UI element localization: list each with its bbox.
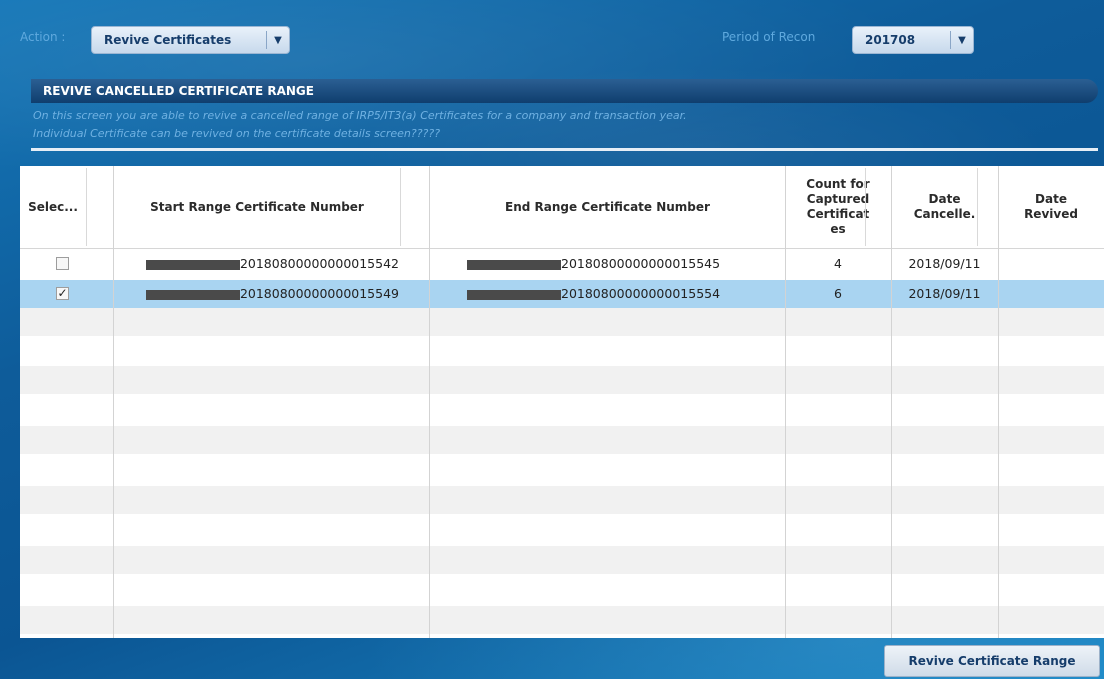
empty-row bbox=[20, 426, 1104, 454]
empty-row bbox=[20, 308, 1104, 336]
row-checkbox-checked[interactable]: ✓ bbox=[56, 287, 69, 300]
top-bar: Action : Revive Certificates ▼ Period of… bbox=[0, 24, 1104, 60]
column-line bbox=[429, 166, 430, 638]
table-row-selected[interactable]: ✓ 20180800000000015549 20180800000000015… bbox=[20, 280, 1104, 308]
date-cancelled-cell: 2018/09/11 bbox=[908, 286, 981, 301]
checkmark-icon: ✓ bbox=[57, 286, 68, 300]
start-range-value: 20180800000000015542 bbox=[239, 256, 399, 271]
start-range-value: 20180800000000015549 bbox=[239, 286, 399, 301]
start-range-cell: 20180800000000015542 bbox=[131, 250, 399, 278]
count-cell: 4 bbox=[834, 256, 842, 271]
redacted-block bbox=[467, 289, 561, 300]
empty-row bbox=[20, 606, 1104, 634]
period-dropdown[interactable]: 201708 ▼ bbox=[852, 26, 974, 54]
header-count[interactable]: Count for Captured Certificat es bbox=[785, 166, 891, 248]
header-separator bbox=[977, 168, 978, 246]
description-line-2: Individual Certificate can be revived on… bbox=[33, 127, 441, 140]
section-title: REVIVE CANCELLED CERTIFICATE RANGE bbox=[31, 79, 1098, 103]
header-revived-line: Revived bbox=[1024, 207, 1078, 221]
chevron-down-icon[interactable]: ▼ bbox=[951, 35, 973, 46]
column-line bbox=[113, 166, 114, 638]
action-dropdown[interactable]: Revive Certificates ▼ bbox=[91, 26, 290, 54]
end-range-value: 20180800000000015554 bbox=[561, 286, 721, 301]
header-count-line: Certificat bbox=[806, 207, 870, 221]
header-end-range[interactable]: End Range Certificate Number bbox=[430, 166, 785, 248]
description-line-1: On this screen you are able to revive a … bbox=[33, 109, 687, 122]
header-cancelled-line: Cancelle. bbox=[913, 207, 976, 221]
column-line bbox=[785, 166, 786, 638]
header-count-line: es bbox=[830, 222, 846, 236]
header-count-line: Count for bbox=[806, 177, 870, 191]
row-checkbox[interactable] bbox=[56, 257, 69, 270]
header-count-line: Captured bbox=[806, 192, 870, 206]
certificate-range-table: Selec... Start Range Certificate Number … bbox=[20, 166, 1104, 638]
empty-row bbox=[20, 366, 1104, 394]
end-range-value: 20180800000000015545 bbox=[561, 256, 721, 271]
header-date-cancelled[interactable]: Date Cancelle. bbox=[891, 166, 998, 248]
table-row[interactable]: 20180800000000015542 2018080000000001554… bbox=[20, 250, 1104, 278]
header-separator bbox=[400, 168, 401, 246]
start-range-cell: 20180800000000015549 bbox=[131, 280, 399, 308]
date-revived-cell bbox=[998, 250, 1104, 278]
end-range-cell: 20180800000000015545 bbox=[467, 250, 749, 278]
divider bbox=[31, 148, 1098, 151]
date-revived-cell bbox=[998, 280, 1104, 308]
column-line bbox=[891, 166, 892, 638]
chevron-down-icon[interactable]: ▼ bbox=[267, 35, 289, 46]
period-label: Period of Recon bbox=[722, 30, 816, 44]
column-line bbox=[998, 166, 999, 638]
action-value: Revive Certificates bbox=[104, 33, 232, 47]
header-select[interactable]: Selec... bbox=[20, 166, 86, 248]
header-cancelled-line: Date bbox=[928, 192, 961, 206]
empty-row bbox=[20, 546, 1104, 574]
period-value: 201708 bbox=[865, 33, 916, 47]
end-range-cell: 20180800000000015554 bbox=[467, 280, 749, 308]
action-label: Action : bbox=[20, 30, 66, 44]
revive-certificate-range-button[interactable]: Revive Certificate Range bbox=[884, 645, 1100, 677]
table-header: Selec... Start Range Certificate Number … bbox=[20, 166, 1104, 249]
header-date-revived[interactable]: Date Revived bbox=[998, 166, 1104, 248]
redacted-block bbox=[145, 259, 240, 270]
redacted-block bbox=[467, 259, 561, 270]
count-cell: 6 bbox=[834, 286, 842, 301]
header-separator bbox=[86, 168, 87, 246]
empty-row bbox=[20, 486, 1104, 514]
header-start-range[interactable]: Start Range Certificate Number bbox=[114, 166, 400, 248]
header-separator bbox=[865, 168, 866, 246]
date-cancelled-cell: 2018/09/11 bbox=[908, 256, 981, 271]
redacted-block bbox=[145, 289, 240, 300]
header-revived-line: Date bbox=[1035, 192, 1067, 206]
